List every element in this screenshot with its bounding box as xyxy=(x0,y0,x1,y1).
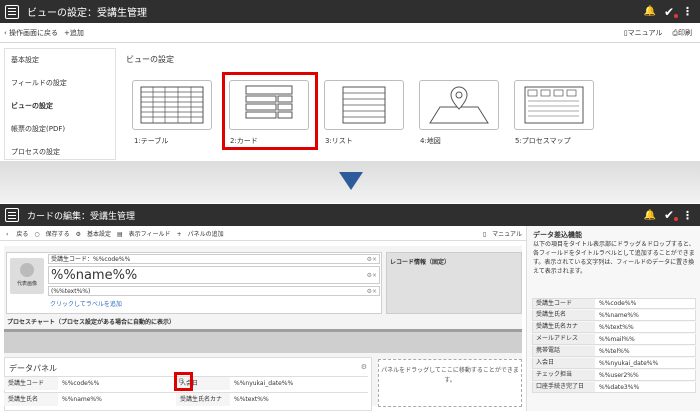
bottom-page-title: カードの編集：受講生管理 xyxy=(27,211,136,222)
view-settings-heading: ビューの設定 xyxy=(126,55,174,64)
data-insert-description: 以下の項目をタイトル表示部にドラッグ＆ドロップすると、各フィールドをタイトルラベ… xyxy=(533,241,695,275)
record-info-panel: レコード情報（固定） xyxy=(386,252,522,314)
representative-image[interactable]: 代表画像 xyxy=(10,258,44,294)
table-row: 受講生氏名 %%name%% 受講生氏名カナ %%text%% xyxy=(4,392,368,406)
title-field-name[interactable]: %%name%% ⚙× xyxy=(48,266,380,284)
more-icon[interactable]: ⋮ xyxy=(682,5,693,18)
data-panel-settings-icon[interactable]: ⚙ xyxy=(361,363,367,371)
more-icon[interactable]: ⋮ xyxy=(682,209,693,222)
view-label-process-map: 5:プロセスマップ xyxy=(515,137,571,145)
insert-field-row[interactable]: 入会日 %%nyukai_date%% xyxy=(532,358,696,369)
table-view-icon xyxy=(140,86,204,124)
bell-icon[interactable]: 🔔 xyxy=(643,6,655,17)
avatar-label: 代表画像 xyxy=(16,281,37,287)
insert-field-token: %%code%% xyxy=(599,300,637,307)
view-card-map[interactable] xyxy=(419,80,499,130)
top-toolbar: ‹ 操作画面に戻る +追加 ▯マニュアル ⎙印刷 xyxy=(0,23,700,43)
process-chart-strip xyxy=(4,329,522,332)
process-chart-heading: プロセスチャート（プロセス設定がある場合に自動的に表示） xyxy=(4,317,522,329)
field-label: 受講生氏名カナ xyxy=(176,393,230,406)
insert-field-token: %%name%% xyxy=(599,311,639,319)
top-page-title: ビューの設定：受講生管理 xyxy=(27,8,147,19)
record-info-heading: レコード情報（固定） xyxy=(390,259,451,266)
field-value[interactable]: %%code%% xyxy=(58,380,176,387)
sidebar-item-fields[interactable]: フィールドの設定 xyxy=(5,72,115,95)
process-map-view-icon xyxy=(524,86,584,124)
card-view-highlight xyxy=(222,72,318,150)
bottom-title-bar: カードの編集：受講生管理 🔔 ✔ ⋮ xyxy=(0,204,700,226)
title-field-text[interactable]: (%%text%%) ⚙× xyxy=(48,286,380,296)
manual-button[interactable]: ▯マニュアル xyxy=(483,229,522,238)
insert-field-token: %%mail%% xyxy=(599,335,635,343)
insert-field-row[interactable]: 受講生氏名 %%name%% xyxy=(532,310,696,321)
insert-field-name: 受講生コード xyxy=(533,299,595,308)
insert-field-row[interactable]: 口座手続き完了日 %%date3%% xyxy=(532,382,696,393)
insert-field-name: 携帯電話 xyxy=(533,346,595,356)
check-icon[interactable]: ✔ xyxy=(664,5,678,19)
basic-settings-button[interactable]: ⚙ 基本設定 xyxy=(76,229,111,238)
insert-field-token: %%tel%% xyxy=(599,347,630,355)
add-panel-button[interactable]: + パネルの追加 xyxy=(177,229,224,238)
view-label-map: 4:地図 xyxy=(420,137,441,145)
insert-field-row[interactable]: 受講生氏名カナ %%text%% xyxy=(532,322,696,333)
view-settings-panel: ビューの設定 1:テーブル 2:カード 3:リスト 4:地図 5:プロセスマップ xyxy=(120,48,700,160)
view-card-list[interactable] xyxy=(324,80,404,130)
down-arrow-icon xyxy=(339,172,363,190)
list-view-icon xyxy=(342,86,386,124)
insert-field-token: %%nyukai_date%% xyxy=(599,359,659,367)
add-button[interactable]: +追加 xyxy=(64,28,84,38)
insert-field-row[interactable]: 受講生コード %%code%% xyxy=(532,298,696,309)
title-field-code[interactable]: 受講生コード：%%code%% ⚙× xyxy=(48,254,380,264)
view-card-process-map[interactable] xyxy=(514,80,594,130)
insert-field-token: %%date3%% xyxy=(599,383,640,391)
field-settings-highlight xyxy=(174,372,193,391)
insert-field-token: %%user2%% xyxy=(599,371,639,379)
print-button[interactable]: ⎙印刷 xyxy=(672,28,692,38)
panel-drop-zone[interactable]: パネルをドラッグしてここに移動することができます。 xyxy=(378,359,522,407)
top-title-bar: ビューの設定：受講生管理 🔔 ✔ ⋮ xyxy=(0,0,700,23)
field-label: 受講生氏名 xyxy=(4,393,58,406)
insert-field-name: 受講生氏名カナ xyxy=(533,322,595,332)
insert-field-row[interactable]: チェック担当 %%user2%% xyxy=(532,370,696,381)
manual-button[interactable]: ▯マニュアル xyxy=(624,28,663,38)
field-label: 受講生コード xyxy=(4,377,58,390)
field-value[interactable]: %%nyukai_date%% xyxy=(230,380,350,387)
back-button[interactable]: ‹ 戻る xyxy=(6,229,28,238)
insert-field-name: 受講生氏名 xyxy=(533,310,595,320)
sidebar-item-basic[interactable]: 基本設定 xyxy=(5,49,115,72)
bell-icon[interactable]: 🔔 xyxy=(643,210,655,221)
view-label-list: 3:リスト xyxy=(325,137,353,145)
data-panel-heading: データパネル xyxy=(9,364,57,373)
insert-field-row[interactable]: メールアドレス %%mail%% xyxy=(532,334,696,345)
back-to-operation-button[interactable]: ‹ 操作画面に戻る xyxy=(4,28,58,38)
process-chart-panel: プロセスチャート（プロセス設定がある場合に自動的に表示） xyxy=(4,317,522,353)
view-card-table[interactable] xyxy=(132,80,212,130)
sidebar-item-pdf[interactable]: 帳票の設定(PDF) xyxy=(5,118,115,141)
add-label-link[interactable]: クリックしてラベルを追加 xyxy=(50,299,122,308)
menu-icon[interactable] xyxy=(5,4,19,19)
display-fields-button[interactable]: ▤ 表示フィールド xyxy=(117,229,171,238)
settings-sidebar: 基本設定 フィールドの設定 ビューの設定 帳票の設定(PDF) プロセスの設定 xyxy=(4,48,116,160)
person-icon xyxy=(20,263,34,277)
insert-field-row[interactable]: 携帯電話 %%tel%% xyxy=(532,346,696,357)
card-edit-toolbar: ‹ 戻る ○ 保存する ⚙ 基本設定 ▤ 表示フィールド + パネルの追加 ▯ マニュアル xyxy=(0,226,526,241)
menu-icon[interactable] xyxy=(5,208,19,222)
insert-field-name: 入会日 xyxy=(533,358,595,368)
insert-field-token: %%text%% xyxy=(599,323,634,331)
check-icon[interactable]: ✔ xyxy=(664,208,678,222)
sidebar-item-views[interactable]: ビューの設定 xyxy=(5,95,115,118)
view-label-table: 1:テーブル xyxy=(134,137,169,145)
save-button[interactable]: ○ 保存する xyxy=(34,229,69,238)
field-value[interactable]: %%name%% xyxy=(58,396,176,403)
insert-field-name: チェック担当 xyxy=(533,370,595,380)
data-insert-heading: データ差込機能 xyxy=(533,231,582,239)
field-value[interactable]: %%text%% xyxy=(230,396,350,403)
map-view-icon xyxy=(429,86,489,124)
insert-field-name: メールアドレス xyxy=(533,334,595,344)
insert-field-name: 口座手続き完了日 xyxy=(533,382,595,392)
